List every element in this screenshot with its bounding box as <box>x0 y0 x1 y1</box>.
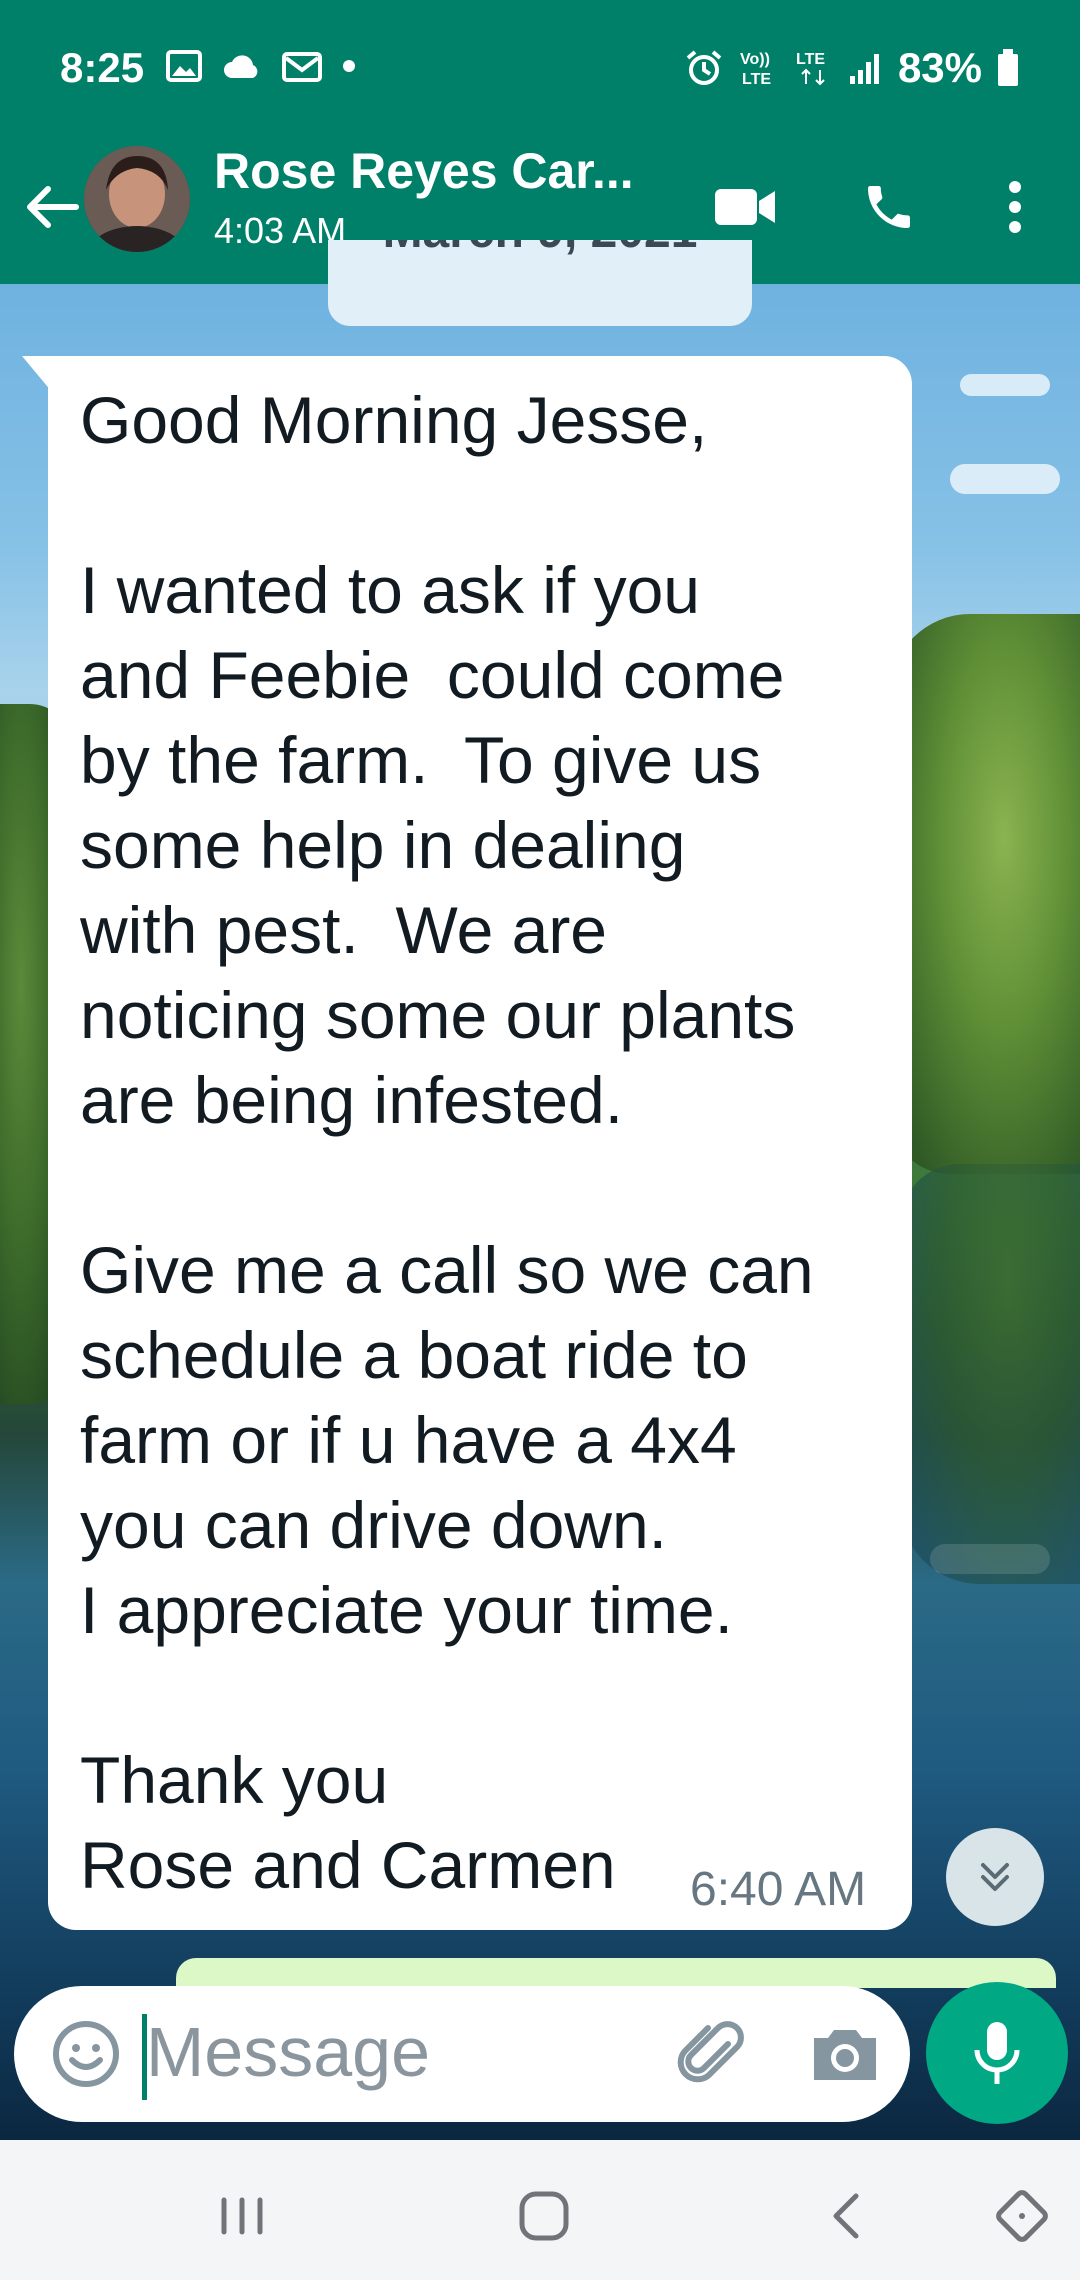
image-icon <box>166 50 202 82</box>
emoji-icon <box>53 2021 119 2087</box>
back-button[interactable] <box>18 172 88 242</box>
cloud-icon <box>224 55 258 78</box>
svg-text:LTE: LTE <box>796 51 825 68</box>
contact-name[interactable]: Rose Reyes Car... <box>214 142 634 200</box>
voice-message-button[interactable] <box>926 1982 1068 2124</box>
back-nav-button[interactable] <box>808 2176 888 2256</box>
camera-button[interactable] <box>800 2010 890 2100</box>
last-seen: 4:03 AM <box>214 210 347 251</box>
emoji-button[interactable] <box>44 2012 128 2096</box>
dot-icon <box>343 60 355 72</box>
status-right-icons: Vo)) LTE LTE 83% <box>684 44 1020 92</box>
mail-icon <box>282 52 322 82</box>
signal-icon <box>849 54 879 84</box>
scroll-to-bottom-button[interactable] <box>946 1828 1044 1926</box>
recent-apps-icon <box>221 2197 263 2235</box>
contact-photo <box>84 146 190 252</box>
system-navigation-bar <box>0 2140 1080 2280</box>
more-vert-icon <box>1009 181 1021 233</box>
tree-right <box>890 614 1080 1174</box>
next-message-bubble-edge <box>176 1958 1056 1988</box>
camera-icon <box>814 2030 876 2080</box>
message-composer <box>14 1986 910 2122</box>
status-left-icons <box>166 50 356 82</box>
video-call-button[interactable] <box>710 172 780 242</box>
svg-text:Vo)): Vo)) <box>740 51 770 68</box>
voice-call-button[interactable] <box>854 172 924 242</box>
date-chip: March 9, 2021 <box>328 240 752 326</box>
cloud-decoration <box>950 464 1060 494</box>
tree-reflection <box>900 1164 1080 1584</box>
video-call-icon <box>715 189 775 225</box>
avatar[interactable] <box>84 146 190 252</box>
back-chevron-icon <box>833 2193 859 2239</box>
battery-percent: 83% <box>897 44 982 91</box>
home-icon <box>519 2191 569 2241</box>
rotate-icon <box>996 2190 1048 2242</box>
rotate-button[interactable] <box>982 2176 1062 2256</box>
paperclip-icon <box>677 2021 744 2083</box>
back-arrow-icon <box>27 186 79 228</box>
microphone-icon <box>974 2022 1020 2084</box>
message-time: 6:40 AM <box>690 1863 867 1916</box>
alarm-icon <box>686 50 722 85</box>
cloud-decoration <box>960 374 1050 396</box>
battery-icon <box>998 49 1018 86</box>
date-chip-label: March 9, 2021 <box>328 240 752 259</box>
message-text: Good Morning Jesse, I wanted to ask if y… <box>80 383 814 1902</box>
home-button[interactable] <box>504 2176 584 2256</box>
more-options-button[interactable] <box>980 172 1050 242</box>
recent-apps-button[interactable] <box>202 2176 282 2256</box>
double-chevron-down-icon <box>981 1863 1009 1891</box>
attach-button[interactable] <box>668 2010 758 2100</box>
volte-icon: Vo)) LTE <box>740 51 771 88</box>
status-bar: 8:25 Vo)) LTE LTE 83% <box>0 0 1080 142</box>
message-input[interactable] <box>146 2002 626 2102</box>
svg-text:LTE: LTE <box>742 71 771 88</box>
phone-icon <box>868 186 910 228</box>
lte-icon: LTE <box>796 51 825 86</box>
status-time: 8:25 <box>60 44 145 91</box>
